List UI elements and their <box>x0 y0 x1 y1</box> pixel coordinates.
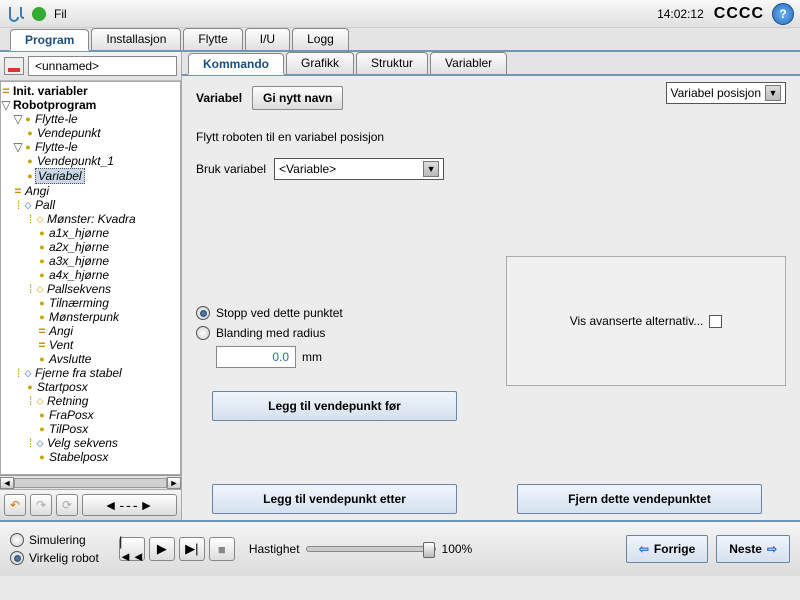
radio-blend[interactable] <box>196 326 210 340</box>
advanced-label: Vis avanserte alternativ... <box>570 314 704 328</box>
speed-slider[interactable] <box>306 546 436 552</box>
save-icon[interactable] <box>4 57 24 75</box>
add-waypoint-after-button[interactable]: Legg til vendepunkt etter <box>212 484 457 514</box>
subtab-struktur[interactable]: Struktur <box>356 52 428 74</box>
filename-field[interactable]: <unnamed> <box>28 56 177 76</box>
use-variable-label: Bruk variabel <box>196 162 266 176</box>
tree-node[interactable]: ●Tilnærming <box>1 296 180 310</box>
tree-node[interactable]: ●a1x_hjørne <box>1 226 180 240</box>
tab-program[interactable]: Program <box>10 29 89 51</box>
globe-icon[interactable] <box>32 7 46 21</box>
tree-node[interactable]: =Vent <box>1 338 180 352</box>
radio-real-robot[interactable] <box>10 551 24 565</box>
subtab-grafikk[interactable]: Grafikk <box>286 52 354 74</box>
help-icon[interactable]: ? <box>772 3 794 25</box>
simulation-label: Simulering <box>29 533 86 547</box>
tree-node[interactable]: ●a3x_hjørne <box>1 254 180 268</box>
tree-node[interactable]: ▽Robotprogram <box>1 98 180 112</box>
tree-node[interactable]: ⁞◇Velg sekvens <box>1 436 180 450</box>
tab-installasjon[interactable]: Installasjon <box>91 28 181 50</box>
tree-node[interactable]: ●Vendepunkt <box>1 126 180 140</box>
radio-stop-label: Stopp ved dette punktet <box>216 306 343 320</box>
tree-node[interactable]: ⁞◇Retning <box>1 394 180 408</box>
tree-node[interactable]: ⁞◇Mønster: Kvadra <box>1 212 180 226</box>
rewind-button[interactable]: |◄◄ <box>119 537 145 561</box>
move-node-buttons[interactable]: ◄---► <box>82 494 177 516</box>
use-variable-value: <Variable> <box>279 162 419 176</box>
chevron-down-icon[interactable]: ▼ <box>423 161 439 177</box>
use-variable-select[interactable]: <Variable> ▼ <box>274 158 444 180</box>
radio-simulation[interactable] <box>10 533 24 547</box>
tree-node[interactable]: ●Startposx <box>1 380 180 394</box>
blend-radius-input[interactable]: 0.0 <box>216 346 296 368</box>
tree-node[interactable]: ●TilPosx <box>1 422 180 436</box>
arrow-left-icon: ⇦ <box>639 542 649 556</box>
tree-node[interactable]: ●FraPosx <box>1 408 180 422</box>
program-tree[interactable]: =Init. variabler▽Robotprogram▽●Flytte-le… <box>0 81 181 475</box>
tree-node[interactable]: ▽●Flytte-le <box>1 140 180 154</box>
tab-i/u[interactable]: I/U <box>245 28 290 50</box>
step-button[interactable]: ▶| <box>179 537 205 561</box>
tree-node[interactable]: ⁞◇Pallsekvens <box>1 282 180 296</box>
play-button[interactable]: ▶ <box>149 537 175 561</box>
position-type-select[interactable]: Variabel posisjon ▼ <box>666 82 787 104</box>
tree-node[interactable]: =Angi <box>1 324 180 338</box>
tree-node[interactable]: =Angi <box>1 184 180 198</box>
scroll-right-icon[interactable]: ► <box>167 477 181 489</box>
tree-node[interactable]: ●Stabelposx <box>1 450 180 464</box>
status-cccc: CCCC <box>714 5 764 23</box>
tree-node[interactable]: ●a2x_hjørne <box>1 240 180 254</box>
chevron-down-icon[interactable]: ▼ <box>765 85 781 101</box>
ur-logo <box>6 4 26 24</box>
clock: 14:02:12 <box>657 7 704 21</box>
rename-button[interactable]: Gi nytt navn <box>252 86 343 110</box>
speed-label: Hastighet <box>249 542 300 556</box>
remove-waypoint-button[interactable]: Fjern dette vendepunktet <box>517 484 762 514</box>
tree-node[interactable]: ●a4x_hjørne <box>1 268 180 282</box>
cycle-button[interactable]: ⟳ <box>56 494 78 516</box>
subtab-kommando[interactable]: Kommando <box>188 53 284 75</box>
position-type-value: Variabel posisjon <box>671 86 762 100</box>
stop-button[interactable]: ■ <box>209 537 235 561</box>
tree-node[interactable]: ▽●Flytte-le <box>1 112 180 126</box>
scroll-left-icon[interactable]: ◄ <box>0 477 14 489</box>
subtab-variabler[interactable]: Variabler <box>430 52 507 74</box>
tab-flytte[interactable]: Flytte <box>183 28 242 50</box>
tree-node[interactable]: ⁞◇Pall <box>1 198 180 212</box>
tab-logg[interactable]: Logg <box>292 28 349 50</box>
tree-node[interactable]: ⁞◇Fjerne fra stabel <box>1 366 180 380</box>
advanced-checkbox[interactable] <box>709 315 722 328</box>
previous-button[interactable]: ⇦Forrige <box>626 535 708 563</box>
panel-title: Variabel <box>196 91 242 105</box>
tree-node[interactable]: ●Mønsterpunk <box>1 310 180 324</box>
real-robot-label: Virkelig robot <box>29 551 99 565</box>
add-waypoint-before-button[interactable]: Legg til vendepunkt før <box>212 391 457 421</box>
undo-button[interactable]: ↶ <box>4 494 26 516</box>
radio-stop[interactable] <box>196 306 210 320</box>
panel-description: Flytt roboten til en variabel posisjon <box>196 130 786 144</box>
radio-blend-label: Blanding med radius <box>216 326 325 340</box>
next-button[interactable]: Neste⇨ <box>716 535 790 563</box>
redo-button[interactable]: ↷ <box>30 494 52 516</box>
tree-node[interactable]: =Init. variabler <box>1 84 180 98</box>
tree-node[interactable]: ●Vendepunkt_1 <box>1 154 180 168</box>
tree-node[interactable]: ●Avslutte <box>1 352 180 366</box>
speed-value: 100% <box>442 542 473 556</box>
menu-file[interactable]: Fil <box>54 7 67 21</box>
tree-hscroll[interactable]: ◄ ► <box>0 475 181 489</box>
arrow-right-icon: ⇨ <box>767 542 777 556</box>
tree-node[interactable]: ●Variabel <box>1 168 180 184</box>
blend-unit: mm <box>302 350 322 364</box>
